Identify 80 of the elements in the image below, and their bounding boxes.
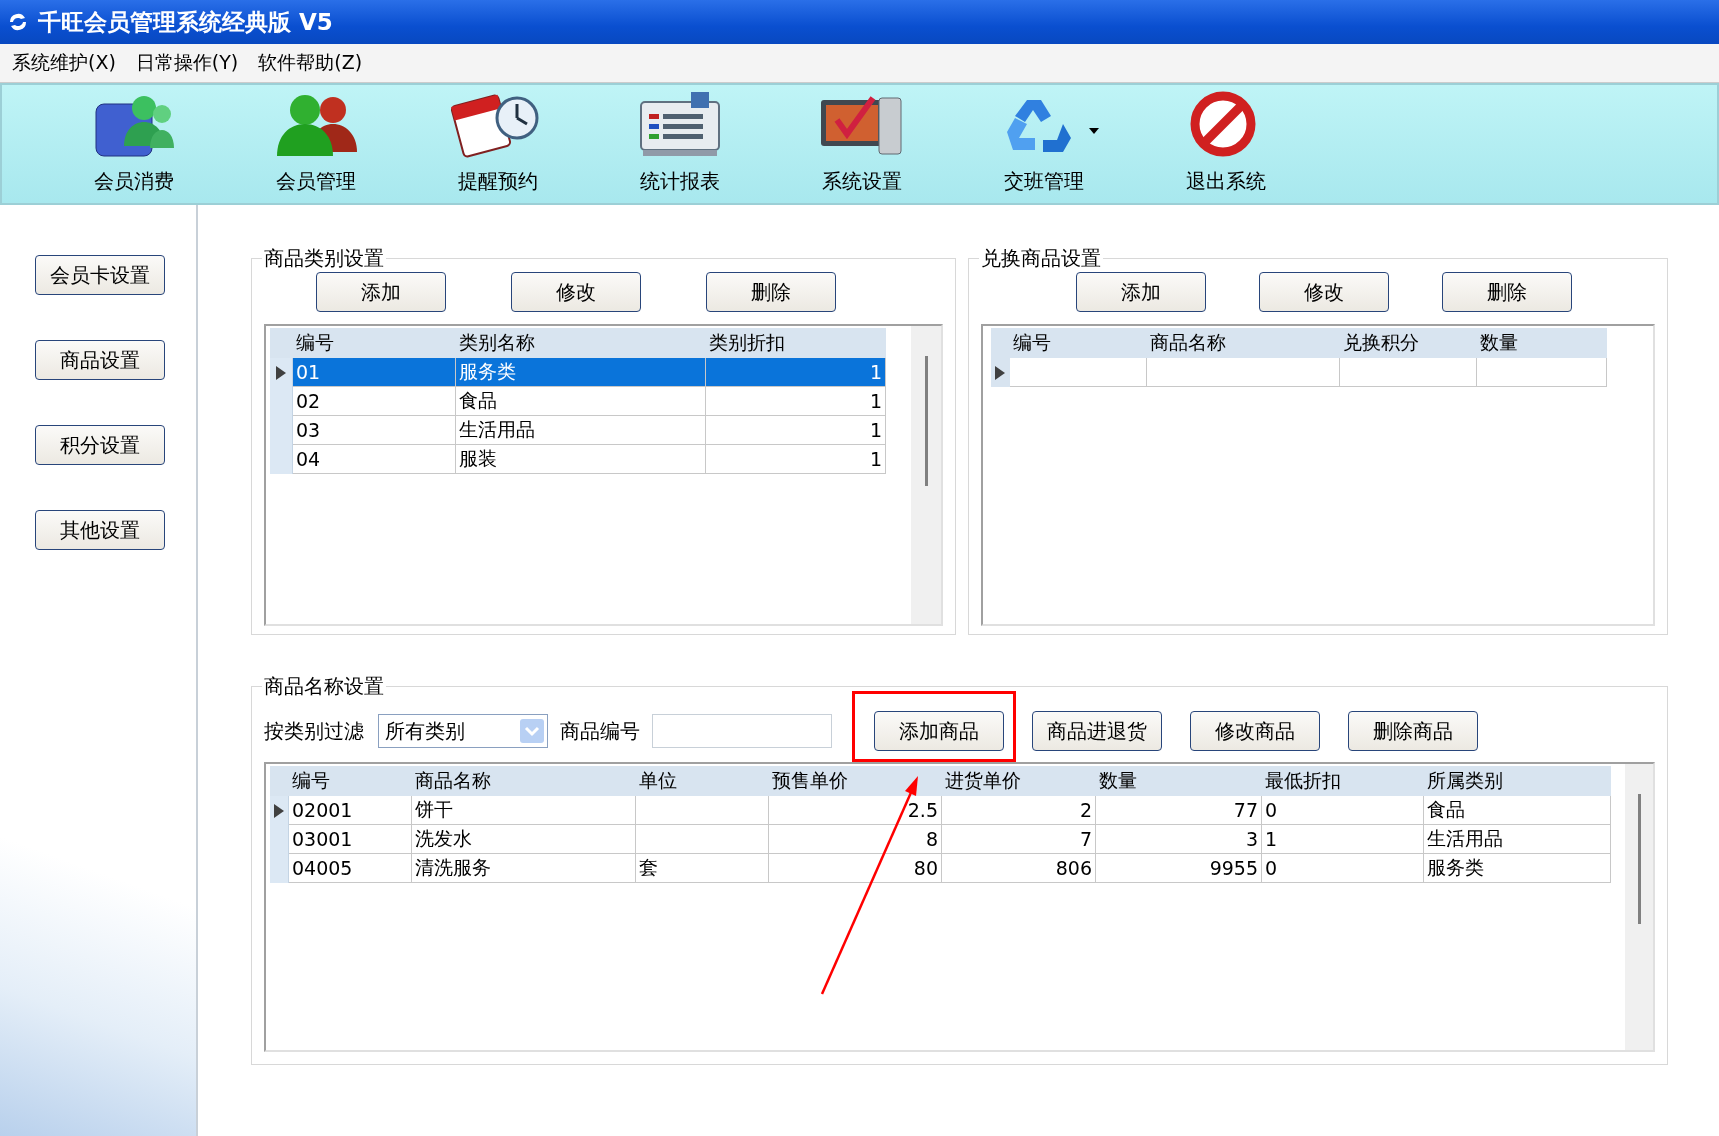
action-button[interactable]: 删除 [706,272,836,312]
table-cell: 服务类 [1424,854,1611,883]
sidebar-button[interactable]: 商品设置 [35,340,165,380]
table-cell: 清洗服务 [412,854,636,883]
table-cell: 服务类 [456,358,706,387]
column-header[interactable]: 最低折扣 [1262,766,1424,796]
column-header[interactable]: 单位 [636,766,769,796]
code-label: 商品编号 [560,717,640,745]
group-title: 商品名称设置 [263,673,385,700]
table-cell: 01 [293,358,456,387]
table-cell: 3 [1096,825,1262,854]
column-header[interactable]: 数量 [1096,766,1262,796]
group-title: 商品类别设置 [263,245,385,272]
table-cell: 03 [293,416,456,445]
table-cell: 04005 [289,854,412,883]
window-title: 千旺会员管理系统经典版 V5 [38,7,333,37]
toolbar-button[interactable]: 会员消费 [44,86,224,203]
column-header[interactable]: 商品名称 [412,766,636,796]
column-header[interactable]: 数量 [1477,328,1607,358]
action-button[interactable]: 修改 [1259,272,1389,312]
toolbar-button[interactable]: 退出系统 [1136,86,1316,203]
action-button[interactable]: 添加 [1076,272,1206,312]
column-header[interactable]: 编号 [289,766,412,796]
table-cell: 1 [706,445,886,474]
table-cell: 02001 [289,796,412,825]
table-cell: 0 [1262,796,1424,825]
sidebar-button[interactable]: 积分设置 [35,425,165,465]
table-cell: 洗发水 [412,825,636,854]
table-cell: 食品 [456,387,706,416]
column-header[interactable]: 进货单价 [942,766,1096,796]
action-button[interactable]: 商品进退货 [1032,711,1162,751]
table-cell: 80 [769,854,942,883]
menu-item[interactable]: 日常操作(Y) [135,50,239,76]
toolbar-button[interactable]: 提醒预约 [408,86,588,203]
table-cell: 04 [293,445,456,474]
table-cell: 02 [293,387,456,416]
table-cell: 03001 [289,825,412,854]
table-cell: 服装 [456,445,706,474]
action-button[interactable]: 添加商品 [874,711,1004,751]
table-cell: 1 [1262,825,1424,854]
table-cell: 806 [942,854,1096,883]
column-header[interactable]: 商品名称 [1147,328,1340,358]
group-title: 兑换商品设置 [980,245,1102,272]
column-header[interactable]: 类别折扣 [706,328,886,358]
table-cell: 1 [706,416,886,445]
table-cell: 1 [706,387,886,416]
category-dropdown[interactable]: 所有类别 [378,714,548,748]
table-cell: 7 [942,825,1096,854]
filter-label: 按类别过滤 [264,717,364,745]
toolbar-button[interactable]: 系统设置 [772,86,952,203]
sidebar-button[interactable]: 会员卡设置 [35,255,165,295]
column-header[interactable]: 编号 [293,328,456,358]
table-cell: 套 [636,854,769,883]
menu-item[interactable]: 系统维护(X) [12,50,116,76]
column-header[interactable]: 预售单价 [769,766,942,796]
column-header[interactable]: 所属类别 [1424,766,1611,796]
table-cell: 9955 [1096,854,1262,883]
table-cell: 8 [769,825,942,854]
table-cell: 2.5 [769,796,942,825]
sidebar-button[interactable]: 其他设置 [35,510,165,550]
menu-item[interactable]: 软件帮助(Z) [258,50,363,76]
column-header[interactable]: 兑换积分 [1340,328,1477,358]
table-cell: 饼干 [412,796,636,825]
table-cell: 生活用品 [1424,825,1611,854]
action-button[interactable]: 添加 [316,272,446,312]
column-header[interactable]: 编号 [1010,328,1147,358]
table-cell: 生活用品 [456,416,706,445]
table-cell: 0 [1262,854,1424,883]
table-cell: 1 [706,358,886,387]
toolbar-button[interactable]: 统计报表 [590,86,770,203]
table-cell: 2 [942,796,1096,825]
action-button[interactable]: 删除 [1442,272,1572,312]
table-cell: 食品 [1424,796,1611,825]
action-button[interactable]: 修改商品 [1190,711,1320,751]
toolbar-button[interactable]: 交班管理 [954,86,1134,203]
toolbar-button[interactable]: 会员管理 [226,86,406,203]
column-header[interactable]: 类别名称 [456,328,706,358]
table-cell: 77 [1096,796,1262,825]
action-button[interactable]: 删除商品 [1348,711,1478,751]
action-button[interactable]: 修改 [511,272,641,312]
